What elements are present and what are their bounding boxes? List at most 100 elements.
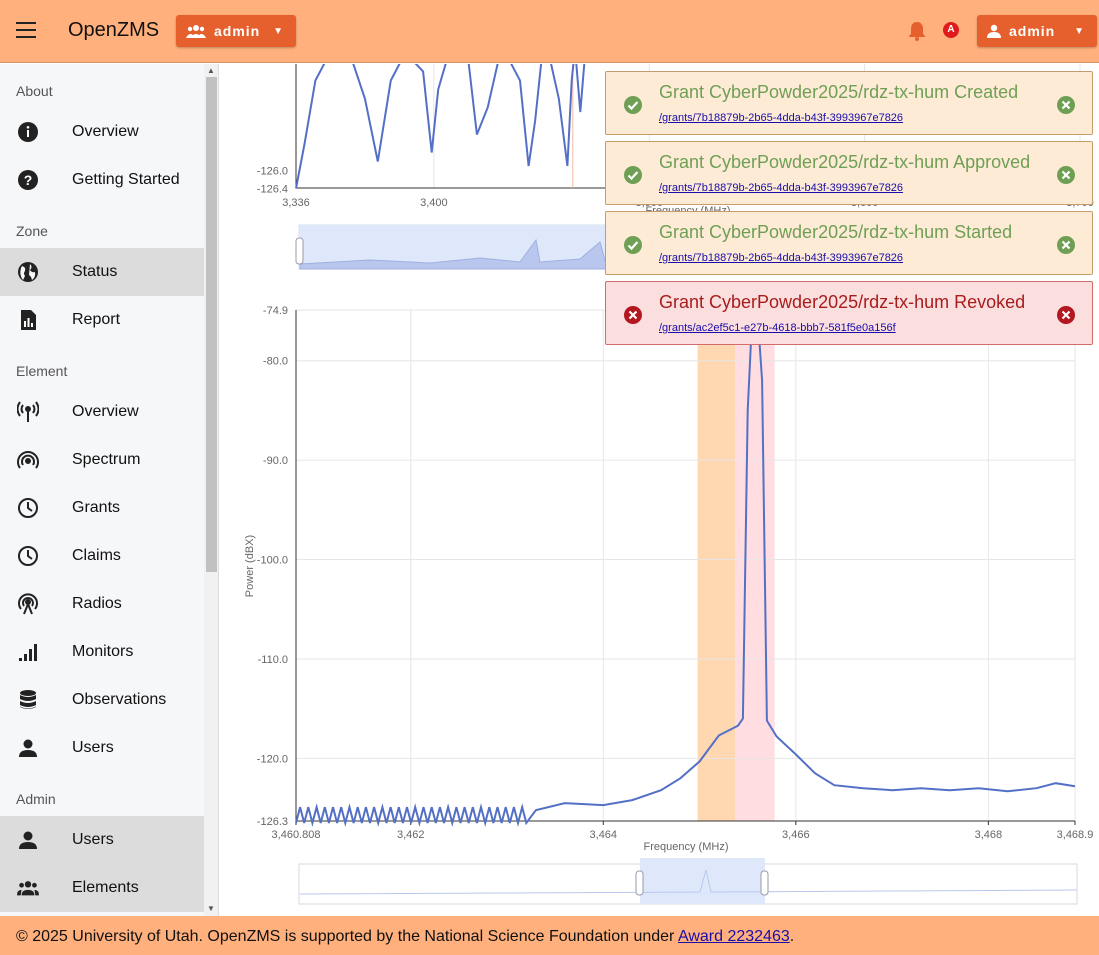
notification-link[interactable]: /grants/7b18879b-2b65-4dda-b43f-3993967e… [659,112,903,124]
group-icon [17,877,39,899]
check-circle-icon [624,96,642,114]
sidebar-item-label: Report [72,311,121,328]
sidebar-section-admin: Admin [16,791,56,807]
x-tick-label: 3,468.9 [1057,829,1094,841]
sidebar-item-admin-elements[interactable]: Elements [0,864,204,912]
notification-toast: Grant CyberPowder2025/rdz-tx-hum Created… [605,71,1093,135]
sidebar-item-label: Grants [72,499,121,516]
user-button-label: admin [1009,23,1056,39]
caret-down-icon: ▼ [273,25,284,37]
sidebar-item-zone-status[interactable]: Status [0,248,204,296]
sidebar-item-element-overview[interactable]: Overview [0,388,204,436]
sidebar-item-element-radios[interactable]: Radios [0,580,204,628]
database-icon [17,689,39,711]
x-tick-label: 3,336 [282,197,310,209]
sidebar-item-element-spectrum[interactable]: Spectrum [0,436,204,484]
sidebar-item-label: Overview [72,403,139,420]
zoom-handle-left[interactable] [295,237,304,265]
scroll-down-arrow[interactable]: ▼ [207,904,215,913]
person-icon [987,24,1001,38]
globe-icon [17,261,39,283]
close-icon[interactable] [1057,96,1075,114]
y-tick-label: -126.3 [257,816,288,828]
sidebar-section-about: About [16,83,53,99]
sidebar-item-about-overview[interactable]: Overview [0,108,204,156]
sidebar-item-label: Spectrum [72,451,141,468]
sidebar-item-label: Status [72,263,118,280]
sidebar-item-label: Users [72,739,114,756]
sidebar-item-admin-users[interactable]: Users [0,816,204,864]
bell-icon[interactable] [906,20,928,42]
scroll-up-arrow[interactable]: ▲ [207,66,215,75]
sidebar-section-element: Element [16,363,68,379]
award-link[interactable]: Award 2232463 [678,928,790,945]
y-tick-label: -110.0 [258,654,288,666]
sidebar-item-element-observations[interactable]: Observations [0,676,204,724]
sidebar-item-zone-report[interactable]: Report [0,296,204,344]
sidebar-item-element-claims[interactable]: Claims [0,532,204,580]
y-tick-label: -126.4 [257,184,288,196]
spectrum-icon [17,449,39,471]
y-tick-label: -126.0 [257,166,288,178]
antenna-icon [17,401,39,423]
radio-tower-icon [17,593,39,615]
close-icon[interactable] [1057,166,1075,184]
close-icon[interactable] [1057,236,1075,254]
detail-chart: -74.9-80.0-90.0-100.0-110.0-120.0-126.33… [244,305,1093,853]
report-icon [17,309,39,331]
zoom-handle-left[interactable] [635,870,644,896]
sidebar-item-element-monitors[interactable]: Monitors [0,628,204,676]
sidebar-item-label: Monitors [72,643,134,660]
notification-title: Grant CyberPowder2025/rdz-tx-hum Approve… [659,152,1031,172]
sidebar-nav: About Overview? Getting Started Zone Status R… [0,64,218,912]
group-icon [186,25,206,38]
y-tick-label: -74.9 [263,305,288,317]
scrollbar-thumb[interactable] [206,77,217,572]
sidebar-item-element-grants[interactable]: Grants [0,484,204,532]
sidebar-item-element-users[interactable]: Users [0,724,204,772]
sidebar-item-label: Overview [72,123,139,140]
group-selector-button[interactable]: admin ▼ [176,15,296,47]
notification-link[interactable]: /grants/7b18879b-2b65-4dda-b43f-3993967e… [659,182,903,194]
sidebar-item-label: Radios [72,595,122,612]
error-circle-icon [624,306,642,324]
group-button-label: admin [214,23,261,39]
close-icon[interactable] [1057,306,1075,324]
y-tick-label: -100.0 [257,555,288,567]
notification-title: Grant CyberPowder2025/rdz-tx-hum Created [659,82,1019,102]
sidebar-scrollbar[interactable]: ▲ ▼ [204,64,218,916]
y-tick-label: -90.0 [263,455,288,467]
sidebar: About Overview? Getting Started Zone Status R… [0,64,219,916]
x-axis-label: Frequency (MHz) [644,841,729,853]
svg-text:?: ? [24,172,33,188]
x-tick-label: 3,468 [975,829,1003,841]
clock-icon [17,497,39,519]
user-menu-button[interactable]: admin ▼ [977,15,1097,47]
app-root: OpenZMS admin ▼ A admin ▼ About Overview?… [0,0,1099,955]
account-badge[interactable]: A [943,22,959,38]
sidebar-item-about-getting-started[interactable]: ? Getting Started [0,156,204,204]
person-icon [17,737,39,759]
notification-link[interactable]: /grants/ac2ef5c1-e27b-4618-bbb7-581f5e0a… [659,322,896,334]
signal-bars-icon [17,641,39,663]
check-circle-icon [624,166,642,184]
sidebar-item-label: Claims [72,547,121,564]
help-icon: ? [17,169,39,191]
footer-text: © 2025 University of Utah. OpenZMS is su… [16,928,678,945]
notification-title: Grant CyberPowder2025/rdz-tx-hum Revoked [659,292,1026,312]
footer-suffix: . [789,928,795,945]
x-tick-label: 3,462 [397,829,425,841]
spectrum-series-line [295,64,586,189]
x-tick-label: 3,464 [590,829,618,841]
notification-title: Grant CyberPowder2025/rdz-tx-hum Started [659,222,1013,242]
grant-band-orange [697,310,736,821]
top-app-bar: OpenZMS admin ▼ A admin ▼ [0,0,1099,63]
zoom-handle-right[interactable] [760,870,769,896]
sidebar-item-label: Getting Started [72,171,180,188]
grant-band-pink [735,310,775,821]
x-tick-label: 3,400 [420,197,448,209]
notification-link[interactable]: /grants/7b18879b-2b65-4dda-b43f-3993967e… [659,252,903,264]
person-icon [17,829,39,851]
menu-icon[interactable] [16,22,36,38]
clock-icon [17,545,39,567]
